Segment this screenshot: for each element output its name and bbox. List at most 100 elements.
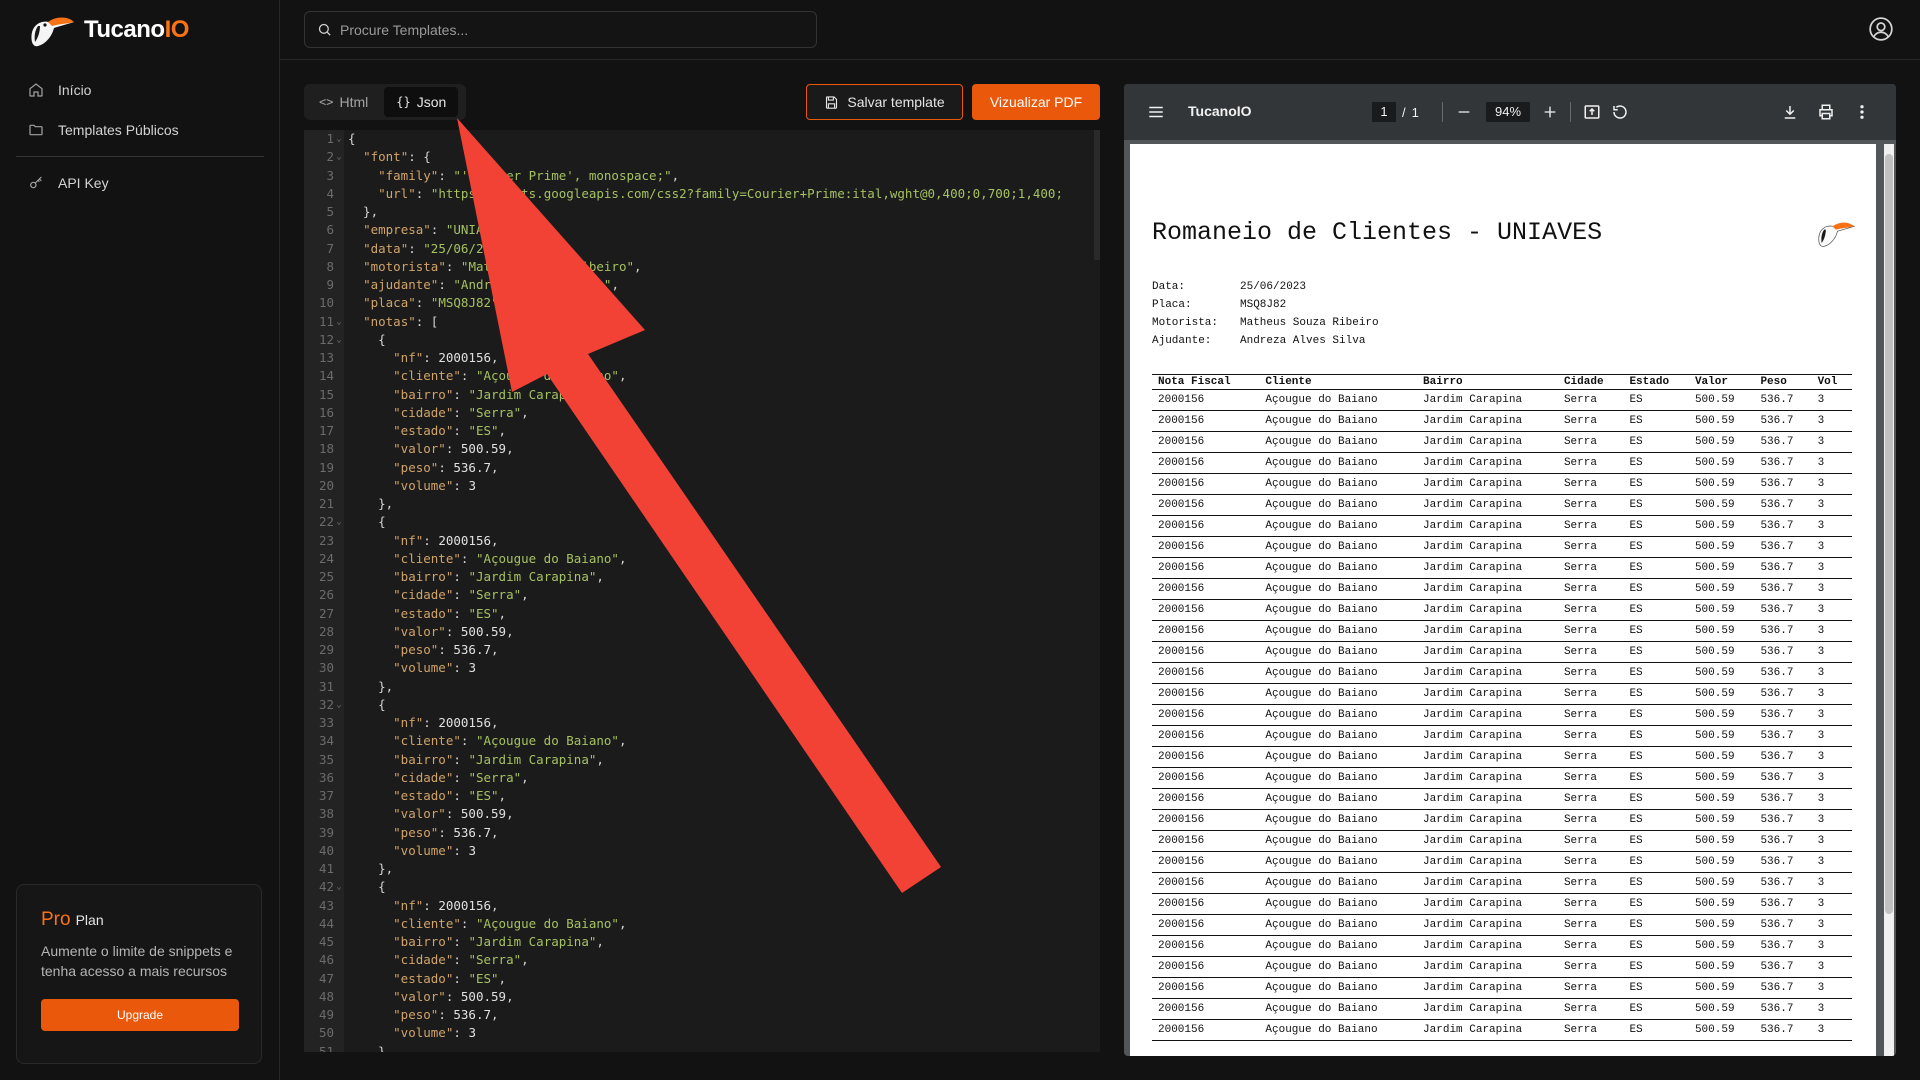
code-text: "volume": 3 bbox=[393, 660, 476, 676]
table-cell: 2000156 bbox=[1152, 788, 1260, 810]
rotate-icon[interactable] bbox=[1610, 102, 1630, 122]
table-cell: ES bbox=[1623, 410, 1689, 432]
user-avatar[interactable] bbox=[1868, 16, 1894, 42]
line-number: 38 bbox=[318, 806, 334, 822]
search-input[interactable] bbox=[340, 21, 800, 38]
pdf-title: TucanoIO bbox=[1188, 103, 1252, 119]
sidebar-item-api-key[interactable]: API Key bbox=[16, 163, 264, 203]
code-line: 30 "volume": 3 bbox=[304, 659, 1100, 677]
sidebar-item-templates-publicos[interactable]: Templates Públicos bbox=[16, 110, 264, 150]
code-text: "motorista": "Matheus Souza Ribeiro", bbox=[363, 258, 642, 274]
fold-chevron-icon[interactable]: ⌄ bbox=[334, 878, 344, 896]
table-cell: Açougue do Baiano bbox=[1259, 683, 1418, 705]
line-number: 33 bbox=[318, 715, 334, 730]
table-cell: 3 bbox=[1811, 725, 1852, 747]
table-row: 2000156 Açougue do Baiano Jardim Carapina S… bbox=[1152, 809, 1852, 831]
table-cell: Serra bbox=[1557, 494, 1624, 516]
line-number: 14 bbox=[318, 368, 334, 384]
code-text: "notas": [ bbox=[363, 313, 439, 329]
editor-scrollbar[interactable] bbox=[1094, 130, 1100, 260]
table-cell: ES bbox=[1623, 704, 1689, 726]
sidebar: TucanoIO Início Templates Públicos API K… bbox=[0, 0, 280, 1080]
table-cell: 500.59 bbox=[1688, 536, 1755, 558]
table-cell: 536.7 bbox=[1754, 410, 1812, 432]
print-icon[interactable] bbox=[1816, 102, 1836, 122]
fold-chevron-icon[interactable]: ⌄ bbox=[334, 696, 344, 714]
search-bar[interactable] bbox=[304, 11, 817, 48]
table-cell: 2000156 bbox=[1152, 830, 1260, 852]
json-code-editor[interactable]: 1 ⌄{2 ⌄ "font": {3 "family": "'Courier Pri… bbox=[304, 130, 1100, 1052]
table-cell: Jardim Carapina bbox=[1417, 788, 1558, 810]
table-cell: 2000156 bbox=[1152, 935, 1260, 957]
table-cell: Serra bbox=[1557, 998, 1624, 1020]
table-cell: 2000156 bbox=[1152, 725, 1260, 747]
sidebar-item-inicio[interactable]: Início bbox=[16, 70, 264, 110]
code-text: "placa": "MSQ8J82", bbox=[363, 295, 507, 311]
pdf-scrollbar[interactable] bbox=[1884, 144, 1894, 1056]
table-cell: 2000156 bbox=[1152, 431, 1260, 453]
table-row: 2000156 Açougue do Baiano Jardim Carapina S… bbox=[1152, 389, 1852, 411]
table-cell: 500.59 bbox=[1688, 809, 1755, 831]
line-number: 43 bbox=[318, 897, 334, 913]
code-text: "estado": "ES", bbox=[393, 788, 507, 803]
download-icon[interactable] bbox=[1780, 102, 1800, 122]
table-cell: Açougue do Baiano bbox=[1259, 536, 1418, 558]
pdf-scrollbar-thumb[interactable] bbox=[1885, 154, 1893, 914]
table-cell: ES bbox=[1623, 452, 1689, 474]
table-header-row: Nota Fiscal Cliente Bairro Cidade Estado Valo… bbox=[1152, 374, 1852, 390]
tab-html[interactable]: <> Html bbox=[307, 87, 380, 117]
table-row: 2000156 Açougue do Baiano Jardim Carapina S… bbox=[1152, 557, 1852, 579]
table-cell: Açougue do Baiano bbox=[1259, 767, 1418, 789]
line-number: 32 bbox=[318, 696, 334, 712]
table-cell: 536.7 bbox=[1754, 683, 1812, 705]
line-number: 12 bbox=[318, 331, 334, 347]
table-cell: Serra bbox=[1557, 620, 1624, 642]
table-cell: 3 bbox=[1811, 536, 1852, 558]
menu-icon[interactable] bbox=[1146, 102, 1166, 122]
upgrade-button[interactable]: Upgrade bbox=[41, 999, 239, 1031]
fit-page-icon[interactable] bbox=[1582, 102, 1602, 122]
table-cell: ES bbox=[1623, 557, 1689, 579]
table-column-header: Vol bbox=[1811, 374, 1852, 390]
preview-pdf-button[interactable]: Vizualizar PDF bbox=[972, 84, 1100, 120]
zoom-level[interactable]: 94% bbox=[1486, 102, 1530, 122]
fold-chevron-icon[interactable]: ⌄ bbox=[334, 148, 344, 166]
table-row: 2000156 Açougue do Baiano Jardim Carapina S… bbox=[1152, 536, 1852, 558]
sidebar-divider bbox=[16, 156, 264, 157]
fold-chevron-icon[interactable]: ⌄ bbox=[334, 513, 344, 531]
table-column-header: Valor bbox=[1688, 374, 1755, 390]
line-number: 10 bbox=[318, 295, 334, 311]
code-line: 27 "estado": "ES", bbox=[304, 605, 1100, 623]
table-column-header: Nota Fiscal bbox=[1152, 374, 1260, 390]
line-number: 24 bbox=[318, 550, 334, 566]
fold-chevron-icon[interactable]: ⌄ bbox=[334, 130, 344, 148]
table-row: 2000156 Açougue do Baiano Jardim Carapina S… bbox=[1152, 767, 1852, 789]
line-number: 20 bbox=[318, 477, 334, 493]
code-line: 23 "nf": 2000156, bbox=[304, 532, 1100, 550]
tab-json[interactable]: {} Json bbox=[384, 87, 459, 117]
line-number: 28 bbox=[318, 623, 334, 639]
logo[interactable]: TucanoIO bbox=[26, 12, 189, 48]
page-input[interactable]: 1 bbox=[1372, 102, 1396, 122]
code-line: 8 "motorista": "Matheus Souza Ribeiro", bbox=[304, 258, 1100, 276]
code-line: 4 "url": "https://fonts.googleapis.com/c… bbox=[304, 185, 1100, 203]
code-line: 16 "cidade": "Serra", bbox=[304, 404, 1100, 422]
table-cell: 3 bbox=[1811, 452, 1852, 474]
table-cell: Jardim Carapina bbox=[1417, 935, 1558, 957]
save-template-button[interactable]: Salvar template bbox=[806, 84, 963, 120]
zoom-in-icon[interactable] bbox=[1540, 102, 1560, 122]
editor-tabs: <> Html {} Json bbox=[304, 84, 466, 120]
zoom-out-icon[interactable] bbox=[1454, 102, 1474, 122]
table-row: 2000156 Açougue do Baiano Jardim Carapina S… bbox=[1152, 956, 1852, 978]
code-line: 11 ⌄ "notas": [ bbox=[304, 313, 1100, 331]
table-cell: 3 bbox=[1811, 872, 1852, 894]
line-number: 18 bbox=[318, 441, 334, 457]
fold-chevron-icon[interactable]: ⌄ bbox=[334, 313, 344, 331]
more-options-icon[interactable] bbox=[1852, 102, 1872, 122]
fold-chevron-icon[interactable]: ⌄ bbox=[334, 331, 344, 349]
